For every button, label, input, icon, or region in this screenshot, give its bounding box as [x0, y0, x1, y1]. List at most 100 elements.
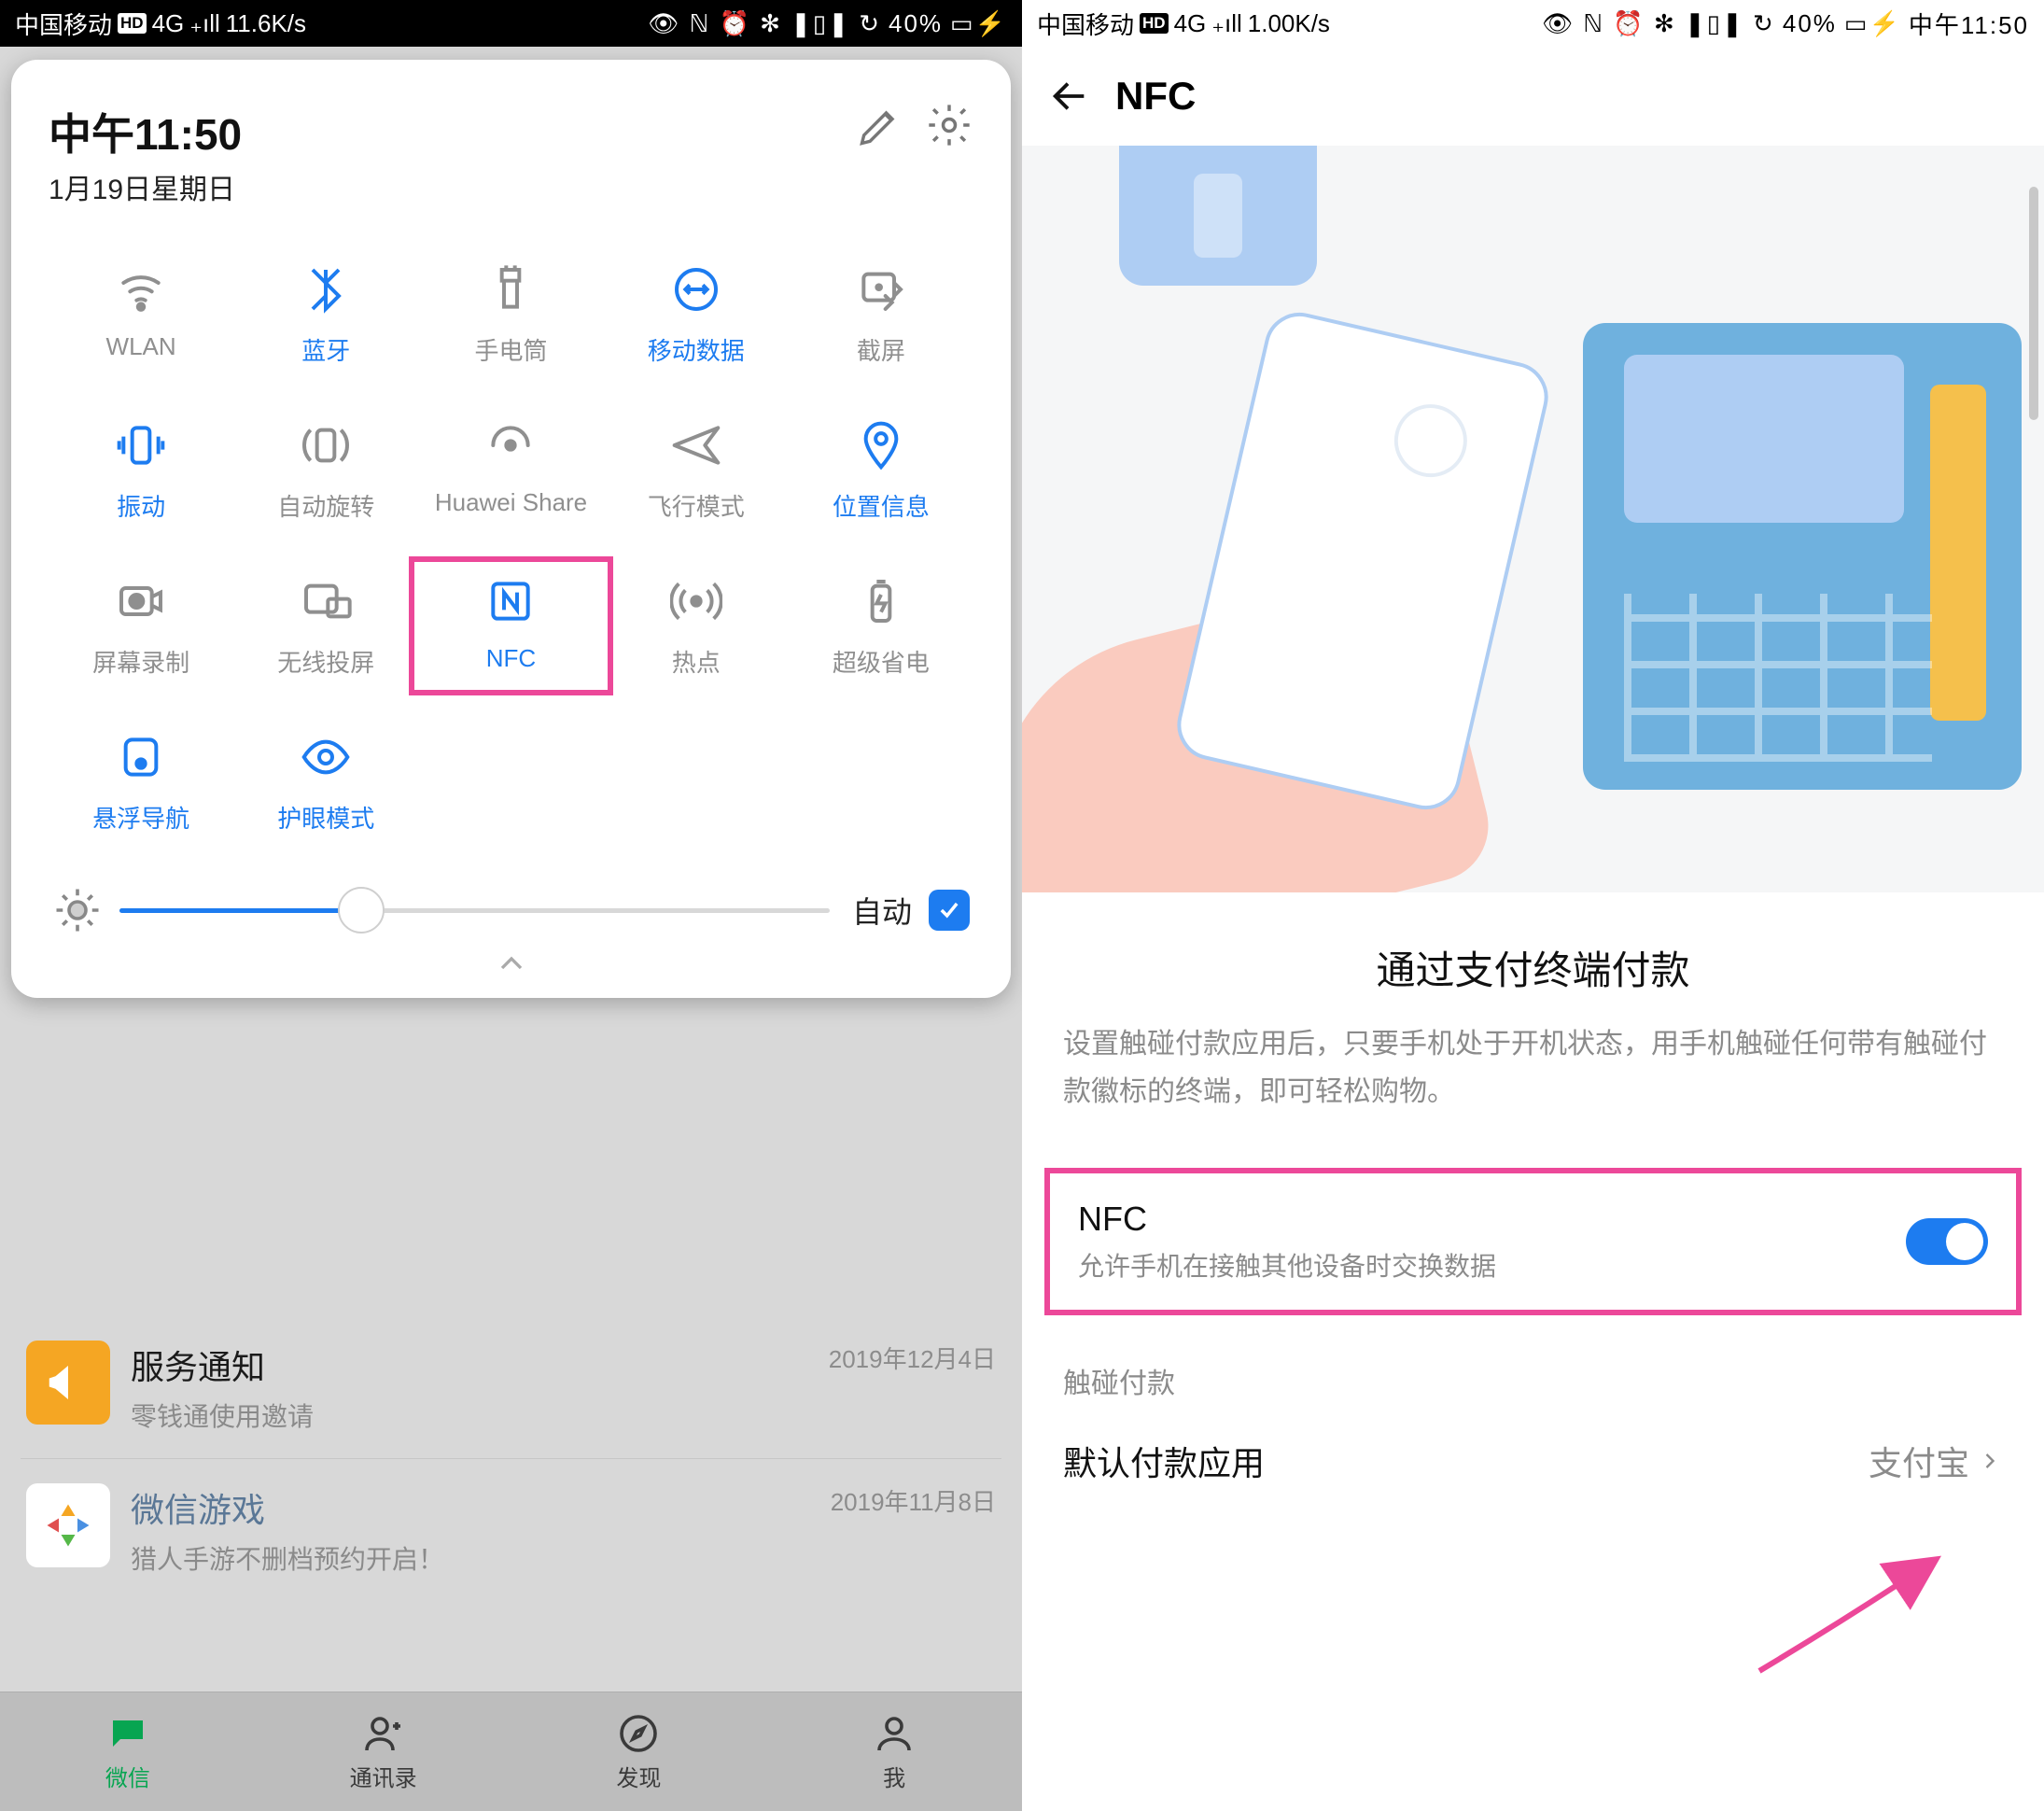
notif-subtitle: 零钱通使用邀请: [131, 1397, 314, 1434]
notif-date: 2019年11月8日: [831, 1483, 996, 1518]
bt-icon: [300, 261, 352, 317]
nfc-icon: [484, 573, 537, 629]
battery-pct: 40%: [889, 9, 943, 38]
tile-data[interactable]: 移动数据: [604, 261, 789, 367]
back-icon[interactable]: [1048, 75, 1091, 118]
nfc-toggle-row[interactable]: NFC 允许手机在接触其他设备时交换数据: [1044, 1168, 2022, 1315]
tile-label: 超级省电: [833, 644, 930, 679]
plane-icon: [670, 417, 722, 473]
brightness-slider[interactable]: [119, 908, 830, 913]
tile-rot[interactable]: 自动旋转: [233, 417, 418, 523]
tile-rec[interactable]: 屏幕录制: [49, 573, 233, 679]
notif-subtitle: 猎人手游不删档预约开启！: [131, 1539, 444, 1577]
eye-icon: [300, 729, 352, 785]
tile-bt[interactable]: 蓝牙: [233, 261, 418, 367]
tile-plane[interactable]: 飞行模式: [604, 417, 789, 523]
tile-label: 飞行模式: [648, 488, 745, 523]
battery-icon: ▭⚡: [1844, 9, 1901, 38]
panel-date: 1月19日星期日: [49, 166, 835, 207]
tile-nfc[interactable]: NFC: [409, 556, 612, 695]
tile-label: 热点: [672, 644, 721, 679]
info-title: 通过支付终端付款: [1063, 939, 2003, 996]
tile-label: 位置信息: [833, 488, 930, 523]
hd-badge: HD: [118, 13, 147, 34]
wifi-icon: [115, 261, 167, 317]
shot-icon: [855, 261, 907, 317]
signal-icon: ₊ıll: [1211, 9, 1242, 38]
row-label: 默认付款应用: [1063, 1437, 1265, 1485]
brightness-row: 自动: [52, 885, 970, 935]
tab-contacts[interactable]: 通讯录: [256, 1692, 511, 1811]
data-icon: [670, 261, 722, 317]
tile-label: 自动旋转: [277, 488, 374, 523]
section-label: 触碰付款: [1063, 1360, 2003, 1401]
page-header: NFC: [1022, 47, 2044, 146]
clock-label: 中午11:50: [1909, 7, 2029, 41]
carrier-label: 中国移动: [15, 7, 112, 41]
battery-pct: 40%: [1783, 9, 1837, 38]
info-block: 通过支付终端付款 设置触碰付款应用后，只要手机处于开机状态，用手机触碰任何带有触…: [1022, 892, 2044, 1147]
tab-me[interactable]: 我: [766, 1692, 1022, 1811]
auto-brightness-checkbox[interactable]: [929, 890, 970, 931]
row-value: 支付宝: [1869, 1437, 1969, 1485]
rot-icon: [300, 417, 352, 473]
tile-shot[interactable]: 截屏: [789, 261, 973, 367]
auto-brightness-label: 自动: [852, 889, 912, 932]
vib-icon: [115, 417, 167, 473]
status-bar: 中国移动 HD 4G ₊ıll 11.6K/s 👁 ℕ ⏰ ✻ ❚▯❚ ↻ 40…: [0, 0, 1022, 47]
edit-icon[interactable]: [856, 101, 904, 149]
hot-icon: [670, 573, 722, 629]
carrier-label: 中国移动: [1037, 7, 1134, 41]
tile-label: NFC: [486, 644, 536, 673]
tile-torch[interactable]: 手电筒: [418, 261, 603, 367]
annotation-arrow: [1741, 1550, 1955, 1680]
game-icon: [26, 1483, 110, 1567]
default-payment-row[interactable]: 默认付款应用 支付宝: [1022, 1401, 2044, 1521]
tile-vib[interactable]: 振动: [49, 417, 233, 523]
notif-title: 微信游戏: [131, 1483, 444, 1532]
tile-label: WLAN: [106, 332, 176, 361]
notif-title: 服务通知: [131, 1341, 314, 1389]
tile-eye[interactable]: 护眼模式: [233, 729, 418, 835]
tile-float[interactable]: 悬浮导航: [49, 729, 233, 835]
nfc-settings-screen: 中国移动 HD 4G ₊ıll 1.00K/s 👁 ℕ ⏰ ✻ ❚▯❚ ↻ 40…: [1022, 0, 2044, 1811]
tab-bar: 微信 通讯录 发现 我: [0, 1692, 1022, 1811]
panel-time: 中午11:50: [49, 101, 835, 162]
tile-batt[interactable]: 超级省电: [789, 573, 973, 679]
tile-loc[interactable]: 位置信息: [789, 417, 973, 523]
rec-icon: [115, 573, 167, 629]
tile-label: 移动数据: [648, 332, 745, 367]
tile-label: 手电筒: [474, 332, 547, 367]
notification-item[interactable]: 微信游戏 猎人手游不删档预约开启！ 2019年11月8日: [21, 1459, 1001, 1601]
nfc-row-title: NFC: [1078, 1200, 1496, 1239]
torch-icon: [484, 261, 537, 317]
nfc-illustration: [1022, 146, 2044, 892]
quick-settings-panel: 中午11:50 1月19日星期日 WLAN 蓝牙 手电筒 移动数据 截屏振动自动旋转 Hu…: [11, 60, 1011, 998]
status-bar: 中国移动 HD 4G ₊ıll 1.00K/s 👁 ℕ ⏰ ✻ ❚▯❚ ↻ 40…: [1022, 0, 2044, 47]
collapse-handle[interactable]: [49, 945, 973, 987]
gear-icon[interactable]: [925, 101, 973, 149]
megaphone-icon: [26, 1341, 110, 1425]
tab-discover[interactable]: 发现: [511, 1692, 767, 1811]
tile-wifi[interactable]: WLAN: [49, 261, 233, 367]
cast-icon: [300, 573, 352, 629]
nfc-toggle[interactable]: [1906, 1218, 1988, 1265]
speed-label: 1.00K/s: [1248, 9, 1330, 38]
quick-settings-screen: 中国移动 HD 4G ₊ıll 11.6K/s 👁 ℕ ⏰ ✻ ❚▯❚ ↻ 40…: [0, 0, 1022, 1811]
tile-label: 悬浮导航: [92, 800, 189, 835]
info-description: 设置触碰付款应用后，只要手机处于开机状态，用手机触碰任何带有触碰付款徽标的终端，…: [1063, 1020, 2003, 1116]
tab-wechat[interactable]: 微信: [0, 1692, 256, 1811]
tile-cast[interactable]: 无线投屏: [233, 573, 418, 679]
status-icons: 👁 ℕ ⏰ ✻ ❚▯❚ ↻: [1542, 9, 1775, 38]
batt-icon: [855, 573, 907, 629]
network-label: 4G: [152, 9, 185, 38]
chevron-right-icon: [1977, 1448, 2003, 1474]
status-icons: 👁 ℕ ⏰ ✻ ❚▯❚ ↻: [648, 9, 881, 38]
tile-label: 护眼模式: [277, 800, 374, 835]
tile-label: 蓝牙: [301, 332, 350, 367]
notification-item[interactable]: 服务通知 零钱通使用邀请 2019年12月4日: [21, 1316, 1001, 1459]
nfc-row-subtitle: 允许手机在接触其他设备时交换数据: [1078, 1246, 1496, 1284]
tile-share[interactable]: Huawei Share: [418, 417, 603, 523]
battery-icon: ▭⚡: [950, 9, 1007, 38]
tile-hot[interactable]: 热点: [604, 573, 789, 679]
